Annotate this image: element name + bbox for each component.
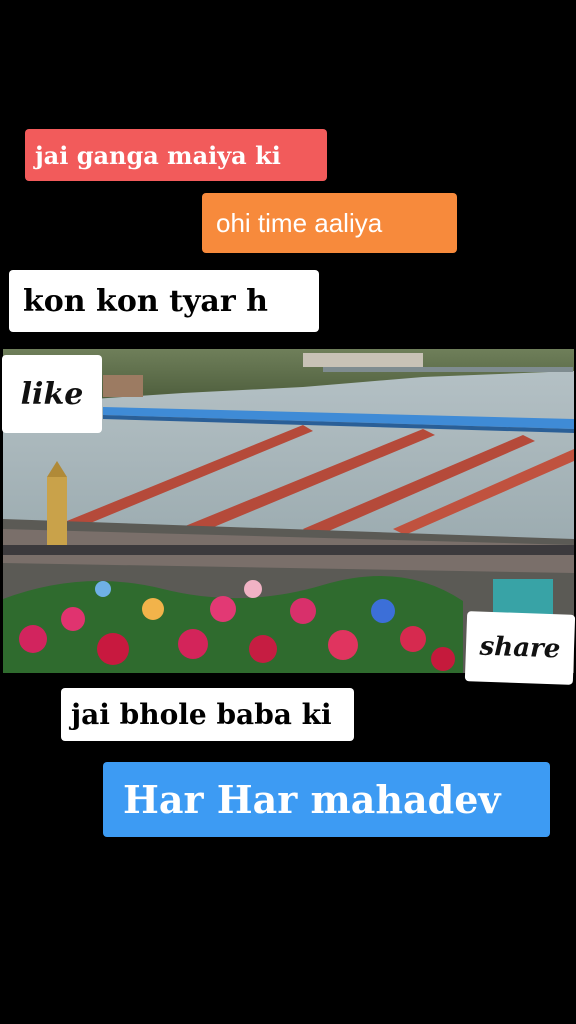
video-frame: jai ganga maiya ki ohi time aaliya kon k… <box>0 0 576 1024</box>
caption-jai-ganga-maiya: jai ganga maiya ki <box>25 129 327 181</box>
caption-ohi-time-aaliya: ohi time aaliya <box>202 193 457 253</box>
caption-jai-bhole-baba: jai bhole baba ki <box>61 688 354 741</box>
share-sticker: share <box>464 611 576 685</box>
caption-kon-kon-tyar: kon kon tyar h <box>9 270 319 332</box>
caption-har-har-mahadev: Har Har mahadev <box>103 762 550 837</box>
like-sticker: like <box>2 355 102 433</box>
